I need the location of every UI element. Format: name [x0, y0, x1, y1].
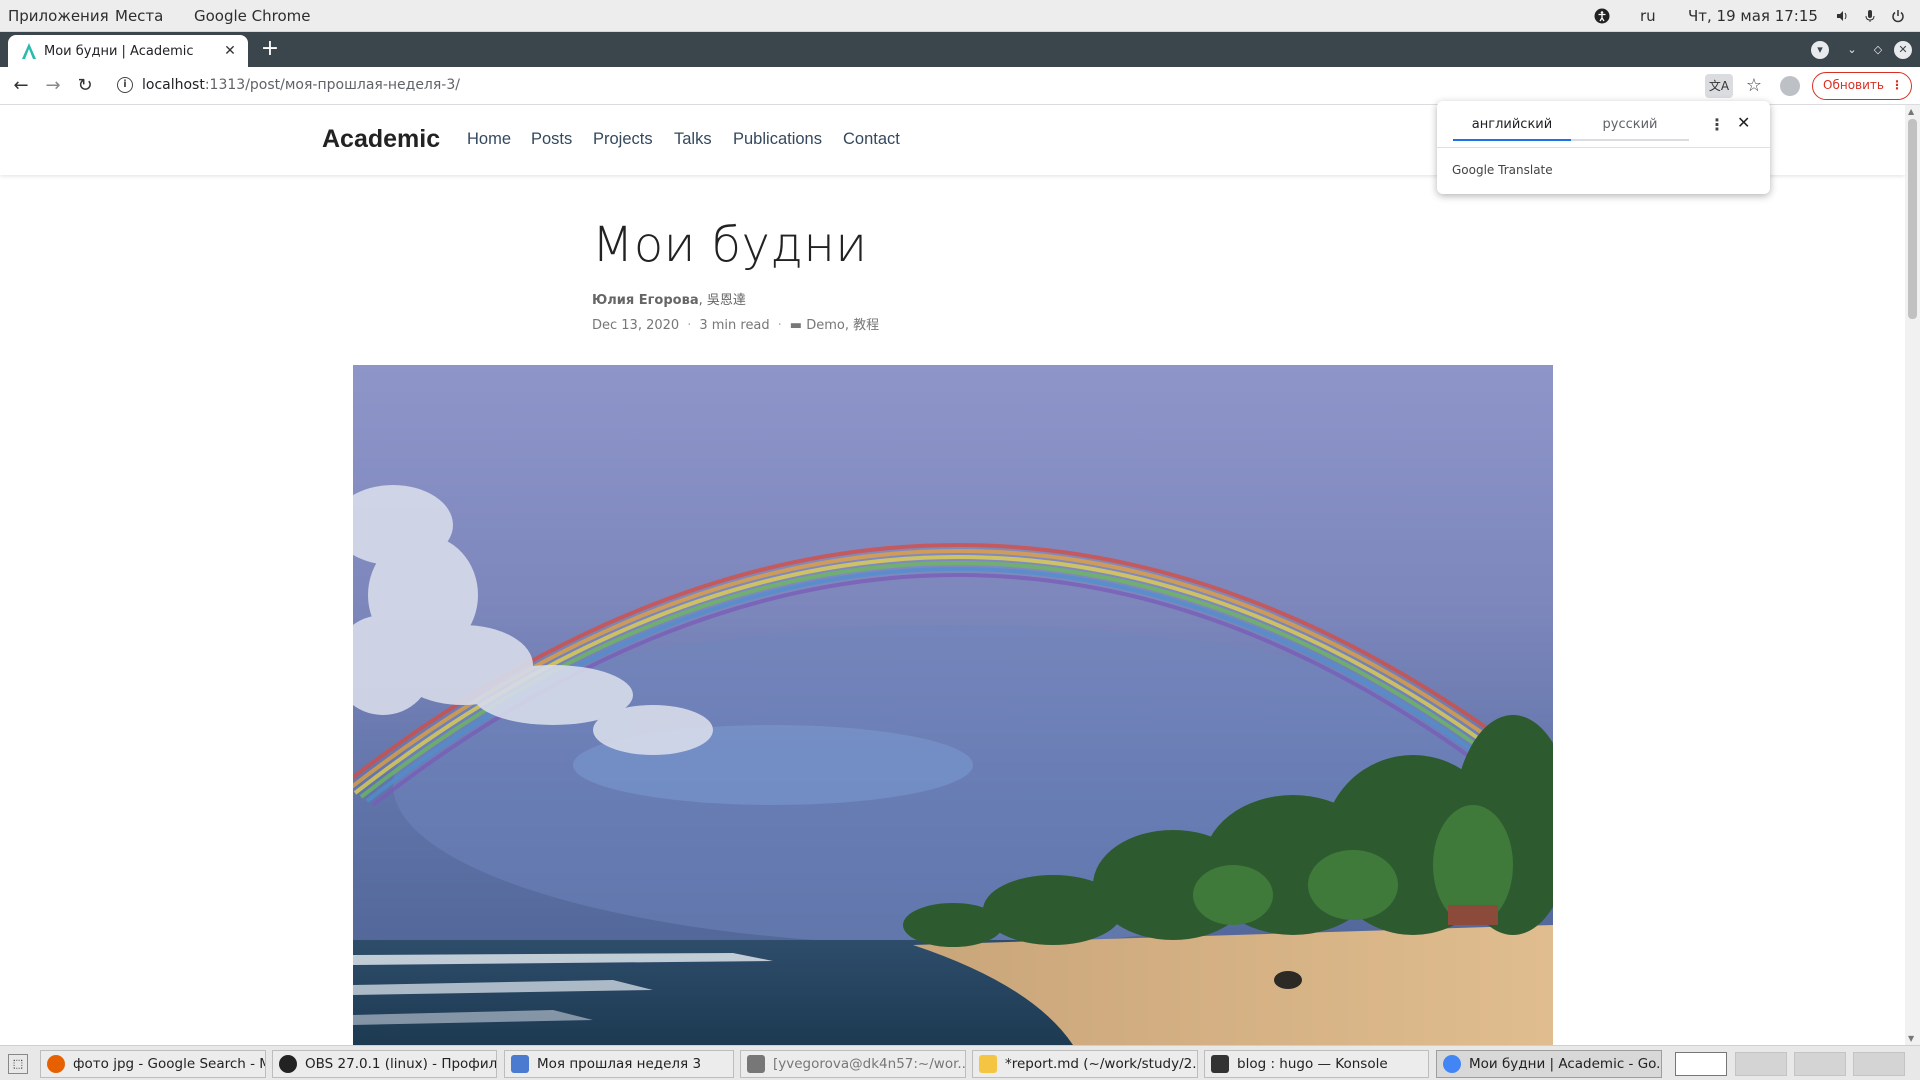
nav-talks[interactable]: Talks	[674, 130, 712, 149]
task-label: фото jpg - Google Search - M...	[73, 1056, 266, 1072]
article-date: Dec 13, 2020	[592, 318, 680, 333]
article-authors: Юлия Егорова, 吳恩達	[592, 289, 746, 308]
divider	[1437, 147, 1770, 148]
scrollbar-thumb[interactable]	[1908, 119, 1917, 319]
translate-icon[interactable]: 文A	[1705, 74, 1733, 98]
microphone-icon[interactable]	[1862, 8, 1878, 24]
places-menu[interactable]: Места	[115, 7, 163, 25]
tab-title: Мои будни | Academic	[44, 44, 194, 59]
task-chrome[interactable]: Мои будни | Academic - Go...	[1436, 1050, 1662, 1078]
power-icon[interactable]	[1890, 8, 1906, 24]
task-label: Мои будни | Academic - Go...	[1469, 1056, 1662, 1072]
document-icon	[511, 1055, 529, 1073]
article-meta: Dec 13, 2020 · 3 min read · ▬ Demo, 教程	[592, 318, 880, 333]
scroll-up-icon[interactable]: ▲	[1908, 107, 1914, 116]
nav-projects[interactable]: Projects	[593, 130, 653, 149]
tab-strip: Мои будни | Academic ✕ + ▾ ⌄ ◇ ✕	[0, 32, 1920, 67]
volume-icon[interactable]	[1834, 8, 1850, 24]
workspace-4[interactable]	[1853, 1052, 1905, 1076]
translate-lang-to[interactable]: русский	[1571, 113, 1689, 141]
minimize-icon[interactable]: ⌄	[1843, 41, 1861, 59]
browser-toolbar: ← → ↻ i localhost:1313/post/моя-прошлая-…	[0, 67, 1920, 105]
close-window-icon[interactable]: ✕	[1894, 41, 1912, 59]
active-app-menu[interactable]: Google Chrome	[194, 7, 311, 25]
profile-avatar-icon[interactable]	[1780, 76, 1800, 96]
nav-posts[interactable]: Posts	[531, 130, 572, 149]
tab-search-icon[interactable]: ▾	[1811, 41, 1829, 59]
nav-publications[interactable]: Publications	[733, 130, 822, 149]
brand-google: Google	[1452, 163, 1495, 177]
translate-more-icon[interactable]: ⋮	[1709, 115, 1725, 134]
tab-close-icon[interactable]: ✕	[220, 41, 240, 61]
workspace-2[interactable]	[1735, 1052, 1787, 1076]
task-obs[interactable]: OBS 27.0.1 (linux) - Профил...	[272, 1050, 497, 1078]
address-bar[interactable]: localhost:1313/post/моя-прошлая-неделя-3…	[142, 77, 460, 93]
task-label: Моя прошлая неделя 3	[537, 1056, 702, 1072]
update-button[interactable]: Обновить ⋮	[1812, 72, 1912, 100]
site-brand[interactable]: Academic	[322, 125, 440, 154]
nav-contact[interactable]: Contact	[843, 130, 900, 149]
keyboard-layout[interactable]: ru	[1640, 7, 1656, 25]
author-main[interactable]: Юлия Егорова	[592, 293, 699, 308]
tab-active[interactable]: Мои будни | Academic ✕	[8, 35, 248, 67]
editor-icon	[979, 1055, 997, 1073]
translate-lang-from[interactable]: английский	[1453, 113, 1571, 141]
google-translate-brand: Google Translate	[1452, 163, 1553, 177]
maximize-icon[interactable]: ◇	[1869, 41, 1887, 59]
scroll-down-icon[interactable]: ▼	[1908, 1034, 1914, 1043]
task-label: [yvegorova@dk4n57:~/wor...	[773, 1056, 966, 1072]
task-terminal[interactable]: [yvegorova@dk4n57:~/wor...	[740, 1050, 966, 1078]
chrome-icon	[1443, 1055, 1461, 1073]
more-menu-icon[interactable]: ⋮	[1891, 73, 1903, 98]
top-panel: Приложения Места Google Chrome ru Чт, 19…	[0, 0, 1920, 32]
task-label: *report.md (~/work/study/2...	[1005, 1056, 1198, 1072]
nav-home[interactable]: Home	[467, 130, 511, 149]
konsole-icon	[1211, 1055, 1229, 1073]
read-time: 3 min read	[699, 318, 770, 333]
apps-menu[interactable]: Приложения	[8, 7, 109, 25]
back-icon[interactable]: ←	[9, 74, 33, 98]
task-label: blog : hugo — Konsole	[1237, 1056, 1388, 1072]
url-path: :1313/post/моя-прошлая-неделя-3/	[204, 77, 460, 93]
page-scrollbar[interactable]: ▲ ▼	[1905, 105, 1920, 1045]
obs-icon	[279, 1055, 297, 1073]
article-title: Мои будни	[592, 217, 868, 273]
translate-close-icon[interactable]: ✕	[1737, 113, 1750, 132]
new-tab-button[interactable]: +	[258, 37, 282, 61]
workspace-1[interactable]	[1675, 1052, 1727, 1076]
academic-favicon-icon	[20, 42, 38, 60]
page-viewport: Academic Home Posts Projects Talks Publi…	[0, 105, 1920, 1045]
url-host: localhost	[142, 77, 205, 93]
accessibility-icon[interactable]	[1594, 8, 1610, 24]
terminal-icon	[747, 1055, 765, 1073]
task-label: OBS 27.0.1 (linux) - Профил...	[305, 1056, 497, 1072]
update-label: Обновить	[1823, 78, 1884, 92]
task-document[interactable]: Моя прошлая неделя 3	[504, 1050, 734, 1078]
reload-icon[interactable]: ↻	[73, 74, 97, 98]
clock[interactable]: Чт, 19 мая 17:15	[1688, 7, 1818, 25]
folder-icon: ▬	[789, 318, 803, 333]
task-konsole[interactable]: blog : hugo — Konsole	[1204, 1050, 1429, 1078]
workspace-3[interactable]	[1794, 1052, 1846, 1076]
hero-image-rainbow-beach	[353, 365, 1553, 1045]
article-categories[interactable]: Demo, 教程	[806, 318, 879, 333]
show-desktop-icon[interactable]: ⬚	[8, 1054, 28, 1074]
forward-icon[interactable]: →	[41, 74, 65, 98]
task-editor[interactable]: *report.md (~/work/study/2...	[972, 1050, 1198, 1078]
author-other[interactable]: , 吳恩達	[699, 293, 746, 308]
translate-bubble: английский русский ⋮ ✕ Google Translate	[1437, 101, 1770, 194]
site-info-icon[interactable]: i	[117, 77, 133, 93]
brand-translate: Translate	[1498, 163, 1553, 177]
bookmark-star-icon[interactable]: ☆	[1742, 74, 1766, 98]
firefox-icon	[47, 1055, 65, 1073]
task-firefox[interactable]: фото jpg - Google Search - M...	[40, 1050, 266, 1078]
taskbar: ⬚ фото jpg - Google Search - M... OBS 27…	[0, 1045, 1920, 1080]
